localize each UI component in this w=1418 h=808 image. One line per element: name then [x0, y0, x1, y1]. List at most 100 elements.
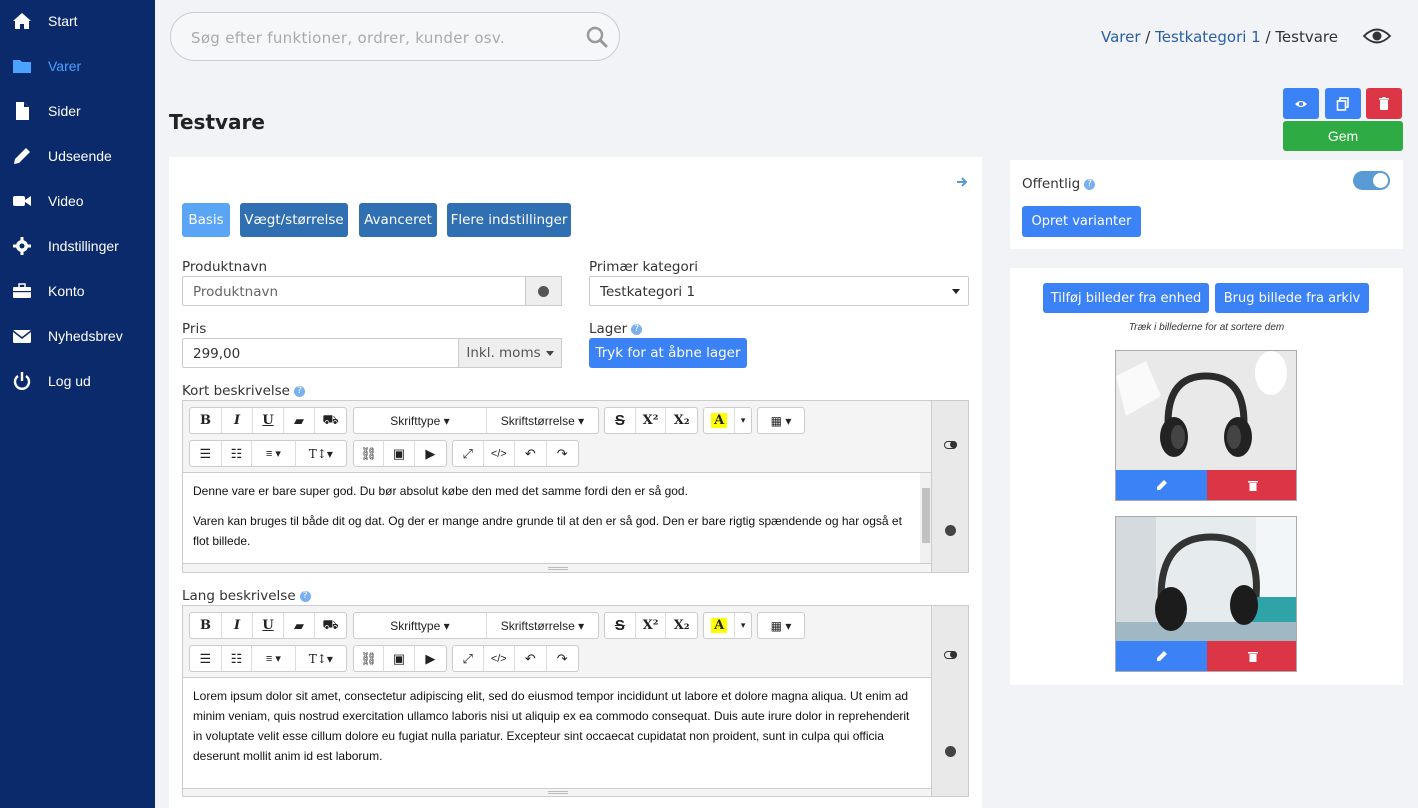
tab-basis[interactable]: Basis	[182, 203, 230, 237]
superscript-button[interactable]: X²	[636, 408, 667, 433]
image-icon[interactable]: ▣	[384, 441, 415, 466]
search-icon[interactable]	[585, 25, 609, 49]
edit-image-button[interactable]	[1116, 641, 1207, 671]
save-button[interactable]: Gem	[1283, 121, 1403, 151]
sidebar-item-indstillinger[interactable]: Indstillinger	[0, 226, 155, 266]
subscript-button[interactable]: X₂	[666, 408, 697, 433]
table-icon[interactable]: ▦ ▾	[758, 408, 804, 433]
preview-button[interactable]	[1283, 88, 1319, 119]
numbered-list-icon[interactable]: ☷	[222, 646, 253, 671]
table-icon[interactable]: ▦ ▾	[758, 613, 804, 638]
toggle-icon[interactable]	[944, 441, 957, 449]
create-variants-button[interactable]: Opret varianter	[1022, 206, 1141, 237]
format-painter-icon[interactable]: ⛟	[315, 408, 346, 433]
delete-button[interactable]	[1366, 88, 1402, 119]
product-image-2[interactable]	[1115, 516, 1297, 672]
redo-icon[interactable]: ↷	[547, 646, 578, 671]
tab-more-settings[interactable]: Flere indstillinger	[447, 203, 571, 237]
line-height-dropdown[interactable]: T↕▾	[296, 441, 346, 466]
italic-button[interactable]: I	[222, 408, 253, 433]
public-toggle[interactable]	[1353, 171, 1390, 190]
sidebar-item-nyhedsbrev[interactable]: Nyhedsbrev	[0, 316, 155, 356]
archive-image-button[interactable]: Brug billede fra arkiv	[1215, 283, 1369, 313]
globe-icon[interactable]	[945, 746, 956, 757]
link-icon[interactable]: ⛓	[354, 441, 385, 466]
sidebar-item-udseende[interactable]: Udseende	[0, 136, 155, 176]
eraser-icon[interactable]: ▰	[284, 613, 315, 638]
redo-icon[interactable]: ↷	[547, 441, 578, 466]
toggle-icon[interactable]	[944, 651, 957, 659]
underline-button[interactable]: U	[253, 613, 284, 638]
scrollbar-thumb[interactable]	[922, 488, 930, 543]
bullet-list-icon[interactable]: ☰	[190, 441, 222, 466]
undo-icon[interactable]: ↶	[515, 646, 547, 671]
code-view-icon[interactable]: </>	[484, 646, 516, 671]
superscript-button[interactable]: X²	[636, 613, 667, 638]
help-icon[interactable]: ?	[1084, 178, 1096, 190]
eraser-icon[interactable]: ▰	[284, 408, 315, 433]
open-stock-button[interactable]: Tryk for at åbne lager	[589, 338, 747, 368]
translate-button[interactable]	[525, 276, 562, 306]
font-family-dropdown[interactable]: Skrifttype ▾	[354, 613, 487, 638]
price-input[interactable]: 299,00	[182, 338, 459, 368]
breadcrumb-link-varer[interactable]: Varer	[1101, 28, 1141, 46]
font-family-dropdown[interactable]: Skrifttype ▾	[354, 408, 487, 433]
bold-button[interactable]: B	[190, 613, 222, 638]
help-icon[interactable]: ?	[299, 590, 311, 602]
bold-button[interactable]: B	[190, 408, 222, 433]
undo-icon[interactable]: ↶	[515, 441, 547, 466]
product-image-1[interactable]	[1115, 350, 1297, 501]
breadcrumb-link-category[interactable]: Testkategori 1	[1155, 28, 1261, 46]
underline-button[interactable]: U	[253, 408, 284, 433]
sidebar-item-varer[interactable]: Varer	[0, 46, 155, 86]
globe-icon[interactable]	[945, 525, 956, 536]
short-description-content[interactable]: Denne vare er bare super god. Du bør abs…	[183, 472, 932, 564]
format-painter-icon[interactable]: ⛟	[315, 613, 346, 638]
primary-category-select[interactable]: Testkategori 1	[589, 276, 969, 306]
arrow-right-icon[interactable]	[956, 176, 968, 188]
text-color-button[interactable]: A	[704, 613, 736, 638]
link-icon[interactable]: ⛓	[354, 646, 385, 671]
sidebar-item-video[interactable]: Video	[0, 181, 155, 221]
fullscreen-icon[interactable]: ⤢	[453, 441, 484, 466]
line-height-dropdown[interactable]: T↕▾	[296, 646, 346, 671]
delete-image-button[interactable]	[1207, 641, 1296, 671]
fullscreen-icon[interactable]: ⤢	[453, 646, 484, 671]
color-dropdown[interactable]: ▾	[735, 408, 751, 433]
strikethrough-button[interactable]: S	[605, 408, 636, 433]
image-icon[interactable]: ▣	[384, 646, 415, 671]
long-description-content[interactable]: Lorem ipsum dolor sit amet, consectetur …	[183, 677, 932, 789]
eye-icon[interactable]	[1362, 26, 1392, 46]
font-size-dropdown[interactable]: Skriftstørrelse ▾	[487, 613, 598, 638]
bullet-list-icon[interactable]: ☰	[190, 646, 222, 671]
delete-image-button[interactable]	[1207, 470, 1296, 500]
color-dropdown[interactable]: ▾	[735, 613, 751, 638]
video-icon[interactable]: ▶	[415, 646, 446, 671]
italic-button[interactable]: I	[222, 613, 253, 638]
align-dropdown[interactable]: ≡ ▾	[252, 646, 296, 671]
resize-handle[interactable]	[548, 791, 568, 794]
sidebar-item-konto[interactable]: Konto	[0, 271, 155, 311]
tab-advanced[interactable]: Avanceret	[359, 203, 437, 237]
text-color-button[interactable]: A	[704, 408, 736, 433]
search-bar[interactable]: Søg efter funktioner, ordrer, kunder osv…	[170, 12, 620, 61]
resize-handle[interactable]	[548, 567, 568, 570]
add-images-device-button[interactable]: Tilføj billeder fra enhed	[1043, 283, 1209, 313]
align-dropdown[interactable]: ≡ ▾	[252, 441, 296, 466]
strikethrough-button[interactable]: S	[605, 613, 636, 638]
help-icon[interactable]: ?	[631, 323, 643, 335]
video-icon[interactable]: ▶	[415, 441, 446, 466]
sidebar-item-sider[interactable]: Sider	[0, 91, 155, 131]
subscript-button[interactable]: X₂	[666, 613, 697, 638]
product-name-input[interactable]: Produktnavn	[182, 276, 526, 306]
sidebar-item-start[interactable]: Start	[0, 1, 155, 41]
copy-button[interactable]	[1325, 88, 1361, 119]
font-size-dropdown[interactable]: Skriftstørrelse ▾	[487, 408, 598, 433]
numbered-list-icon[interactable]: ☷	[222, 441, 253, 466]
help-icon[interactable]: ?	[294, 385, 305, 397]
search-input[interactable]: Søg efter funktioner, ordrer, kunder osv…	[191, 29, 505, 47]
tab-weight-size[interactable]: Vægt/størrelse	[240, 203, 348, 237]
code-view-icon[interactable]: </>	[484, 441, 516, 466]
tax-select[interactable]: Inkl. moms	[458, 338, 562, 368]
edit-image-button[interactable]	[1116, 470, 1207, 500]
